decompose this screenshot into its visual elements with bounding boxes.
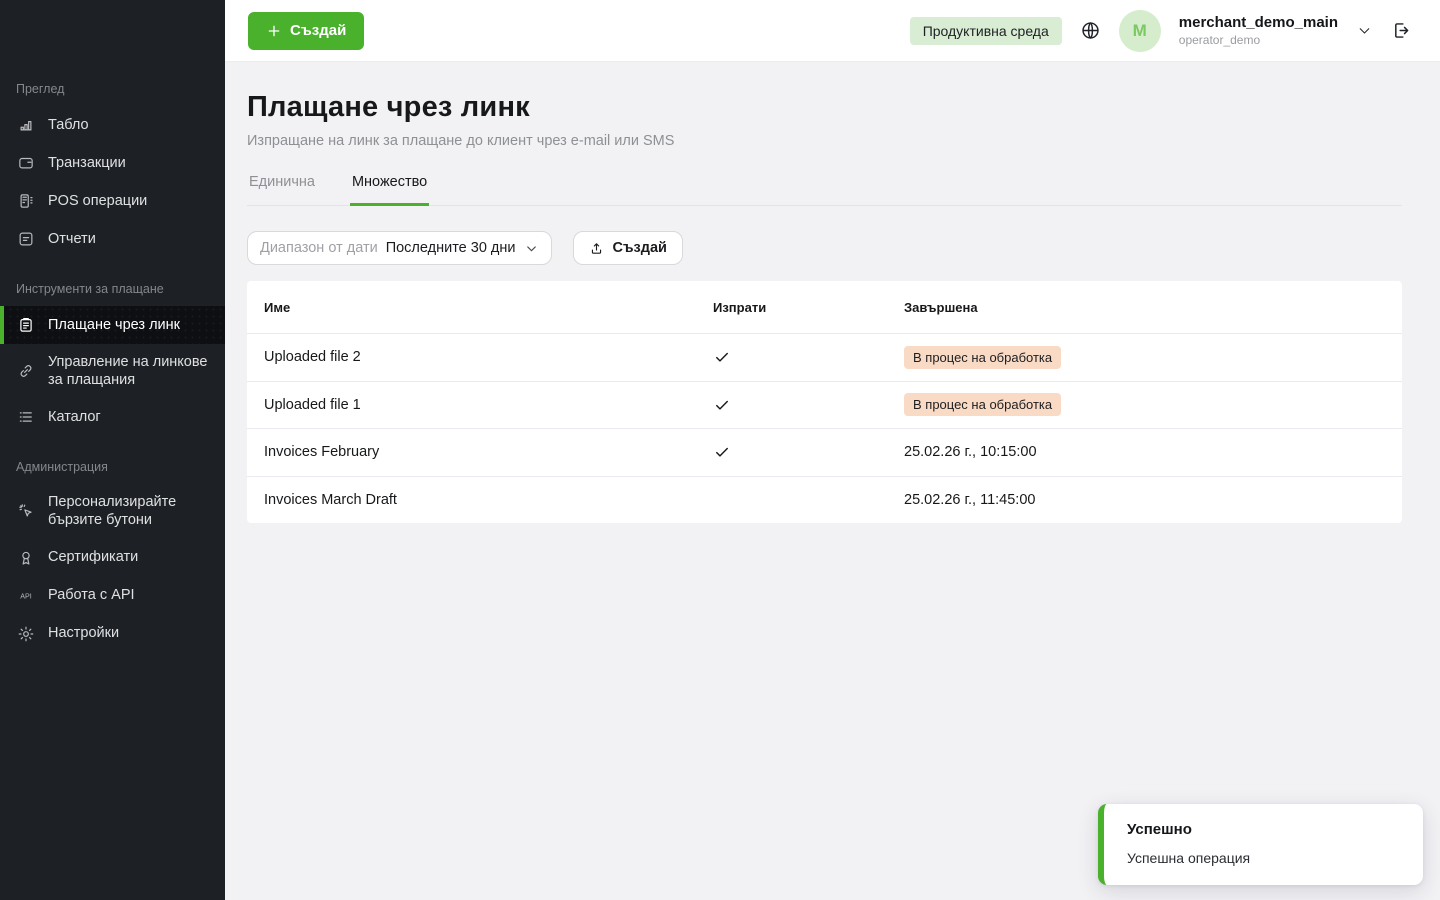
date-range-value: Последните 30 дни <box>386 240 516 256</box>
user-name: merchant_demo_main <box>1179 14 1338 31</box>
completed-date: 25.02.26 г., 11:45:00 <box>904 492 1035 508</box>
page-subtitle: Изпращане на линк за плащане до клиент ч… <box>247 133 1402 149</box>
table-row[interactable]: Invoices March Draft 25.02.26 г., 11:45:0… <box>247 476 1402 524</box>
row-name: Uploaded file 2 <box>264 349 361 365</box>
sidebar-section-title: Преглед <box>0 82 225 96</box>
tab-single[interactable]: Единична <box>247 174 317 206</box>
column-header-completed: Завършена <box>904 300 1386 315</box>
environment-badge: Продуктивна среда <box>910 17 1062 45</box>
sidebar-item-quick-buttons[interactable]: Персонализирайте бързите бутони <box>0 484 225 538</box>
sidebar-item-label: Настройки <box>48 624 119 642</box>
pos-terminal-icon <box>16 191 36 211</box>
toast-message: Успешна операция <box>1127 850 1403 866</box>
sidebar-item-label: Сертификати <box>48 548 138 566</box>
success-toast: Успешно Успешна операция <box>1098 804 1423 885</box>
language-button[interactable] <box>1080 20 1101 41</box>
chevron-down-icon <box>1356 22 1373 39</box>
row-name: Invoices March Draft <box>264 492 397 508</box>
create-button[interactable]: Създай <box>248 12 364 50</box>
sidebar-item-settings[interactable]: Настройки <box>0 615 225 653</box>
sidebar-section-title: Инструменти за плащане <box>0 282 225 296</box>
page-title: Плащане чрез линк <box>247 91 1402 124</box>
avatar[interactable]: M <box>1119 10 1161 52</box>
main-column: Създай Продуктивна среда M merchant_demo… <box>225 0 1440 900</box>
sidebar-item-label: POS операции <box>48 192 147 210</box>
date-range-select[interactable]: Диапазон от дати Последните 30 дни <box>247 231 552 265</box>
sidebar-item-label: Каталог <box>48 408 101 426</box>
table-header-row: Име Изпрати Завършена <box>247 281 1402 333</box>
topbar-right: Продуктивна среда M merchant_demo_main o… <box>910 10 1412 52</box>
row-name: Uploaded file 1 <box>264 397 361 413</box>
create-button-label: Създай <box>290 22 346 39</box>
column-header-sent: Изпрати <box>713 300 904 315</box>
sidebar-item-payment-links-management[interactable]: Управление на линкове за плащания <box>0 344 225 398</box>
table-body: Uploaded file 2В процес на обработкаUplo… <box>247 333 1402 523</box>
completed-date: 25.02.26 г., 10:15:00 <box>904 444 1037 460</box>
api-icon: API <box>16 586 36 606</box>
toast-title: Успешно <box>1127 821 1403 838</box>
content: Плащане чрез линк Изпращане на линк за п… <box>225 62 1440 900</box>
svg-text:API: API <box>20 592 31 600</box>
sidebar-item-label: Плащане чрез линк <box>48 316 180 334</box>
report-icon <box>16 229 36 249</box>
sidebar-item-dashboard[interactable]: Табло <box>0 106 225 144</box>
processing-badge: В процес на обработка <box>904 346 1061 369</box>
clipboard-icon <box>16 315 36 335</box>
sidebar-item-payment-link[interactable]: Плащане чрез линк <box>0 306 225 344</box>
sidebar-item-label: Табло <box>48 116 89 134</box>
sidebar-item-api[interactable]: API Работа с API <box>0 577 225 615</box>
link-icon <box>16 361 36 381</box>
sidebar-section-title: Администрация <box>0 460 225 474</box>
globe-icon <box>1080 20 1101 41</box>
check-icon <box>713 443 904 461</box>
logout-icon <box>1391 20 1412 41</box>
chevron-down-icon <box>524 241 539 256</box>
column-header-name: Име <box>264 300 713 315</box>
check-icon <box>713 348 904 366</box>
row-name: Invoices February <box>264 444 379 460</box>
user-menu-button[interactable] <box>1356 22 1373 39</box>
table-row[interactable]: Uploaded file 2 В процес на обработка <box>247 333 1402 381</box>
upload-icon <box>589 241 604 256</box>
filter-row: Диапазон от дати Последните 30 дни Създа… <box>247 231 1402 265</box>
sidebar-item-label: Транзакции <box>48 154 126 172</box>
tab-multiple[interactable]: Множество <box>350 174 429 206</box>
table-row[interactable]: Uploaded file 1 В процес на обработка <box>247 381 1402 429</box>
sidebar-item-pos-operations[interactable]: POS операции <box>0 182 225 220</box>
cursor-click-icon <box>16 501 36 521</box>
processing-badge: В процес на обработка <box>904 393 1061 416</box>
certificate-icon <box>16 548 36 568</box>
plus-icon <box>266 23 282 39</box>
sidebar: Преглед Табло Транзакции POS операции Отчети… <box>0 0 225 900</box>
sidebar-item-label: Отчети <box>48 230 96 248</box>
uploads-table: Име Изпрати Завършена Uploaded file 2 В п… <box>247 281 1402 523</box>
user-block: merchant_demo_main operator_demo <box>1179 14 1338 47</box>
topbar: Създай Продуктивна среда M merchant_demo… <box>225 0 1440 62</box>
tabs: Единична Множество <box>247 174 1402 206</box>
sidebar-item-transactions[interactable]: Транзакции <box>0 144 225 182</box>
sidebar-item-reports[interactable]: Отчети <box>0 220 225 258</box>
sidebar-item-certificates[interactable]: Сертификати <box>0 539 225 577</box>
bar-chart-icon <box>16 115 36 135</box>
sidebar-item-label: Управление на линкове за плащания <box>48 353 209 389</box>
wallet-icon <box>16 153 36 173</box>
table-row[interactable]: Invoices February 25.02.26 г., 10:15:00 <box>247 428 1402 476</box>
user-role: operator_demo <box>1179 33 1338 47</box>
upload-create-button[interactable]: Създай <box>573 231 683 265</box>
check-icon <box>713 396 904 414</box>
sidebar-item-label: Персонализирайте бързите бутони <box>48 493 209 529</box>
date-range-label: Диапазон от дати <box>260 240 378 256</box>
app-root: Преглед Табло Транзакции POS операции Отчети… <box>0 0 1440 900</box>
logout-button[interactable] <box>1391 20 1412 41</box>
sidebar-item-label: Работа с API <box>48 586 135 604</box>
gear-icon <box>16 624 36 644</box>
upload-create-label: Създай <box>613 240 667 256</box>
sidebar-item-catalog[interactable]: Каталог <box>0 398 225 436</box>
list-icon <box>16 407 36 427</box>
